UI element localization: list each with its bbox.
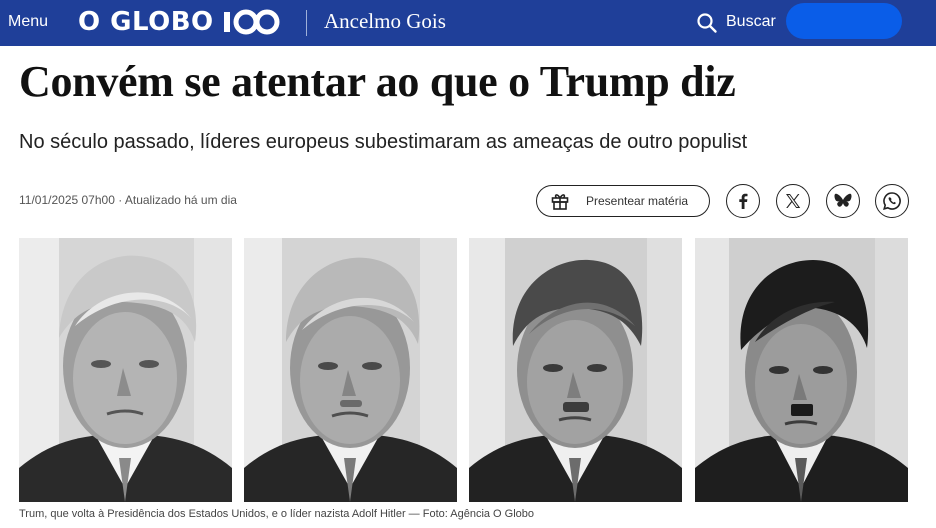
facebook-icon: [739, 193, 748, 209]
account-button[interactable]: [786, 3, 902, 39]
photo-caption: Trum, que volta à Presidência dos Estado…: [19, 508, 535, 520]
search-button-label[interactable]: Buscar: [726, 13, 776, 31]
photo-panel-2: [244, 238, 457, 502]
article-subtitle: No século passado, líderes europeus sube…: [19, 131, 748, 153]
share-whatsapp-button[interactable]: [875, 184, 909, 218]
article-headline: Convém se atentar ao que o Trump diz: [19, 57, 736, 106]
search-icon[interactable]: [696, 12, 718, 34]
share-bluesky-button[interactable]: [826, 184, 860, 218]
article-photo[interactable]: [19, 238, 909, 502]
share-x-button[interactable]: [776, 184, 810, 218]
article-dateline: 11/01/2025 07h00 · Atualizado há um dia: [19, 193, 237, 207]
bluesky-icon: [834, 193, 852, 207]
share-facebook-button[interactable]: [726, 184, 760, 218]
photo-panel-3: [469, 238, 682, 502]
gift-article-button[interactable]: Presentear matéria: [536, 185, 710, 217]
photo-panel-4: [695, 238, 908, 502]
menu-button[interactable]: Menu: [8, 13, 48, 31]
column-name[interactable]: Ancelmo Gois: [324, 9, 446, 34]
photo-panel-1: [19, 238, 232, 502]
x-icon: [786, 194, 801, 208]
logo-wordmark: O GLOBO: [78, 7, 214, 37]
gift-icon: [551, 194, 569, 210]
logo-100-badge: [222, 8, 280, 36]
gift-article-label: Presentear matéria: [586, 194, 689, 208]
header-divider: [306, 10, 307, 36]
site-logo[interactable]: O GLOBO: [78, 4, 280, 40]
site-header: Menu O GLOBO Ancelmo Gois Buscar: [0, 0, 936, 46]
whatsapp-icon: [883, 192, 901, 210]
